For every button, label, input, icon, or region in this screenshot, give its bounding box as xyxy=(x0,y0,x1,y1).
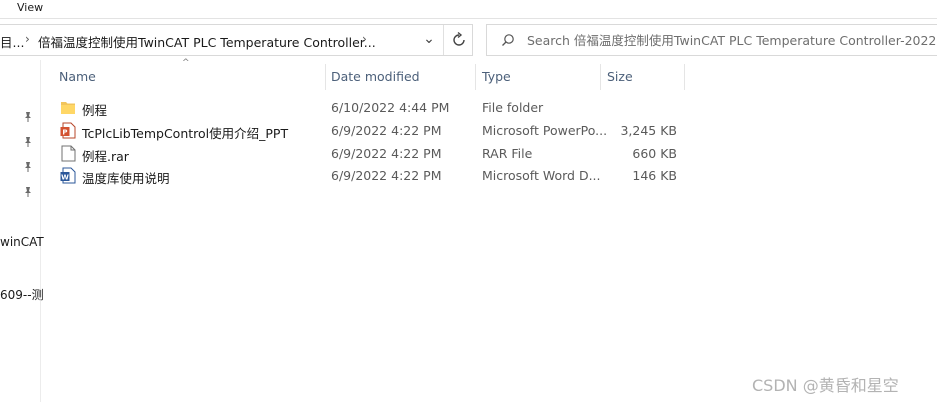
search-input[interactable] xyxy=(527,31,937,49)
search-icon xyxy=(502,34,514,46)
pin-icon[interactable] xyxy=(22,136,34,148)
pin-icon[interactable] xyxy=(22,186,34,198)
file-type: File folder xyxy=(482,100,544,115)
watermark-text: CSDN @黄昏和星空 xyxy=(752,376,899,395)
file-name: 例程.rar xyxy=(82,149,129,164)
file-name: 例程 xyxy=(82,103,108,118)
pin-icon[interactable] xyxy=(22,161,34,173)
word-file-icon: W xyxy=(60,167,76,184)
svg-text:W: W xyxy=(61,173,69,181)
address-bar[interactable]: 目... › 倍福温度控制使用TwinCAT PLC Temperature C… xyxy=(0,24,473,56)
column-header-label: Type xyxy=(482,69,511,84)
file-size: 3,245 KB xyxy=(620,123,677,138)
file-date: 6/10/2022 4:44 PM xyxy=(331,100,450,115)
breadcrumb-current[interactable]: 倍福温度控制使用TwinCAT PLC Temperature Controll… xyxy=(38,32,376,51)
powerpoint-file-icon: P xyxy=(60,122,76,139)
file-date: 6/9/2022 4:22 PM xyxy=(331,123,442,138)
svg-text:P: P xyxy=(62,128,67,136)
breadcrumb-chevron-icon[interactable]: › xyxy=(362,32,367,46)
file-type: Microsoft PowerPo... xyxy=(482,123,608,138)
folder-icon xyxy=(61,102,75,114)
column-divider[interactable] xyxy=(684,64,685,90)
column-header-size[interactable]: Size xyxy=(607,60,683,94)
file-row[interactable]: W 温度库使用说明 6/9/2022 4:22 PM Microsoft Wor… xyxy=(55,165,685,187)
nav-item[interactable]: 609--测 xyxy=(0,286,44,303)
file-row[interactable]: 例程.rar 6/9/2022 4:22 PM RAR File 660 KB xyxy=(55,143,685,165)
column-header-label: Size xyxy=(607,69,633,84)
file-row[interactable]: 例程 6/10/2022 4:44 PM File folder xyxy=(55,97,685,119)
address-dropdown-icon[interactable]: ⌄ xyxy=(420,31,438,47)
file-type: Microsoft Word D... xyxy=(482,168,601,183)
rar-file-icon xyxy=(61,145,76,162)
column-header-label: Date modified xyxy=(331,69,420,84)
column-header-label: Name xyxy=(59,69,96,84)
nav-item[interactable]: winCAT xyxy=(0,235,44,249)
file-name: 温度库使用说明 xyxy=(82,171,170,186)
column-header-date[interactable]: Date modified xyxy=(331,60,471,94)
breadcrumb-chevron-icon[interactable]: › xyxy=(25,32,30,46)
file-size: 146 KB xyxy=(632,168,677,183)
address-divider xyxy=(443,25,444,55)
breadcrumb-previous[interactable]: 目... xyxy=(0,32,24,51)
file-row[interactable]: P TcPlcLibTempControl使用介绍_PPT 6/9/2022 4… xyxy=(55,120,685,142)
tab-view[interactable]: View xyxy=(17,1,43,14)
file-date: 6/9/2022 4:22 PM xyxy=(331,146,442,161)
column-divider[interactable] xyxy=(475,64,476,90)
file-date: 6/9/2022 4:22 PM xyxy=(331,168,442,183)
file-type: RAR File xyxy=(482,146,533,161)
column-divider[interactable] xyxy=(325,64,326,90)
file-size: 660 KB xyxy=(632,146,677,161)
column-divider[interactable] xyxy=(600,64,601,90)
navigation-pane xyxy=(0,60,41,402)
file-name: TcPlcLibTempControl使用介绍_PPT xyxy=(82,126,289,141)
search-box[interactable] xyxy=(486,24,937,56)
ribbon-bar: View xyxy=(0,0,937,19)
column-header-name[interactable]: Name xyxy=(59,60,325,94)
refresh-icon[interactable] xyxy=(449,30,469,50)
column-header-type[interactable]: Type xyxy=(482,60,597,94)
pin-icon[interactable] xyxy=(22,111,34,123)
